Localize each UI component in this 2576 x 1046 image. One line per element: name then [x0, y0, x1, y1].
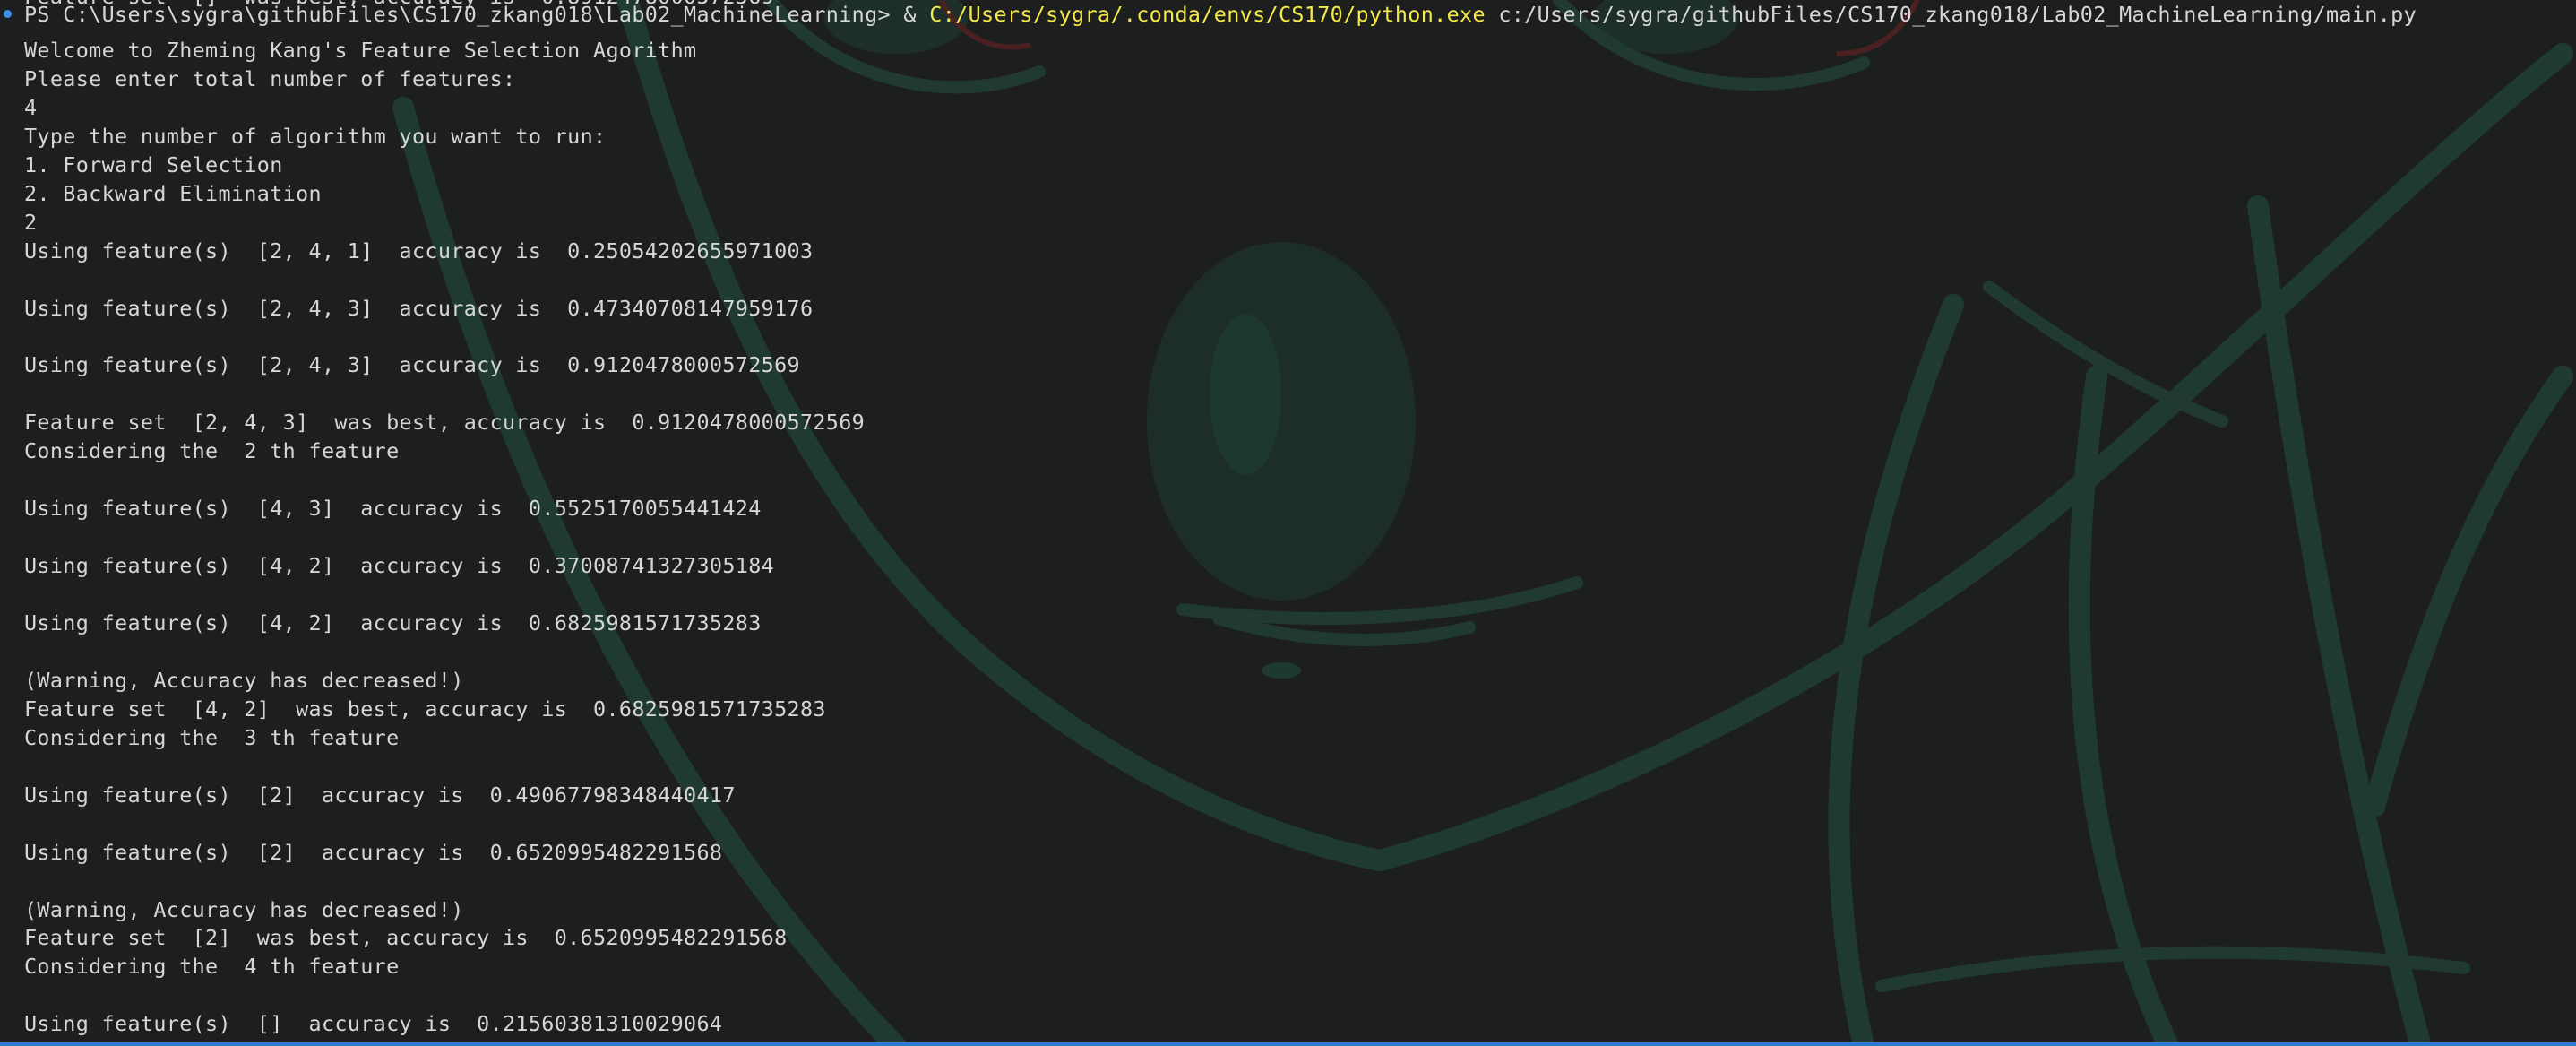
output-line: Using feature(s) [] accuracy is 0.215603… — [24, 1011, 723, 1037]
python-executable: C:/Users/sygra/.conda/envs/CS170/python.… — [929, 2, 1486, 27]
output-line: 1. Forward Selection — [24, 151, 283, 177]
call-operator: & — [903, 2, 917, 27]
output-line: Type the number of algorithm you want to… — [24, 123, 607, 149]
output-line: Using feature(s) [2, 4, 3] accuracy is 0… — [24, 295, 814, 321]
output-line: Using feature(s) [4, 3] accuracy is 0.55… — [24, 496, 762, 522]
output-line: Using feature(s) [2, 4, 1] accuracy is 0… — [24, 238, 814, 264]
output-line: Considering the 2 th feature — [24, 438, 400, 464]
output-line: 4 — [24, 94, 38, 120]
prompt-line: PS C:\Users\sygra\githubFiles\CS170_zkan… — [24, 0, 2417, 29]
output-line: (Warning, Accuracy has decreased!) — [24, 667, 464, 693]
terminal-output[interactable]: Feature set [] was best, accuracy is 0.8… — [0, 0, 2576, 1042]
output-line: Feature set [4, 2] was best, accuracy is… — [24, 696, 826, 722]
output-line: Using feature(s) [4, 2] accuracy is 0.37… — [24, 553, 775, 579]
output-line: 2. Backward Elimination — [24, 180, 322, 206]
panel-bottom-border — [0, 1042, 2576, 1046]
command-status-dot-icon — [4, 10, 12, 18]
output-line: Using feature(s) [2] accuracy is 0.65209… — [24, 839, 723, 865]
output-line: Welcome to Zheming Kang's Feature Select… — [24, 38, 697, 63]
output-line: Using feature(s) [2, 4, 3] accuracy is 0… — [24, 352, 800, 378]
output-line: Considering the 3 th feature — [24, 724, 400, 750]
output-line: Feature set [2] was best, accuracy is 0.… — [24, 925, 788, 951]
output-line: Considering the 4 th feature — [24, 954, 400, 980]
output-line: Please enter total number of features: — [24, 65, 516, 91]
output-line: (Warning, Accuracy has decreased!) — [24, 896, 464, 922]
script-path: c:/Users/sygra/githubFiles/CS170_zkang01… — [1498, 2, 2417, 27]
output-line: Using feature(s) [4, 2] accuracy is 0.68… — [24, 610, 762, 635]
output-line: Feature set [2, 4, 3] was best, accuracy… — [24, 410, 866, 436]
output-line: Using feature(s) [2] accuracy is 0.49067… — [24, 782, 736, 808]
output-line: 2 — [24, 209, 38, 235]
prompt-path: PS C:\Users\sygra\githubFiles\CS170_zkan… — [24, 2, 891, 27]
